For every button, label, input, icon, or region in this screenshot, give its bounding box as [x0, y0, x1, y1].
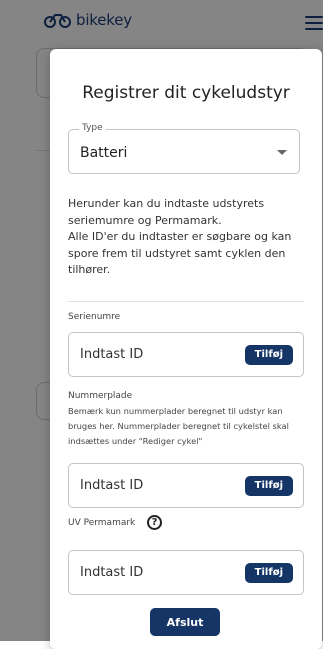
plate-id-field[interactable]: Indtast ID Tilføj [68, 463, 304, 508]
description-line: Herunder kan du indtaste udstyrets serie… [68, 197, 265, 227]
dropdown-caret-icon [277, 150, 287, 155]
uv-add-button[interactable]: Tilføj [244, 563, 293, 583]
plate-label: Nummerplade [68, 391, 133, 401]
serial-add-button[interactable]: Tilføj [244, 345, 293, 365]
register-equipment-modal: Registrer dit cykeludstyr Type Batteri H… [50, 49, 322, 649]
description-text: Herunder kan du indtaste udstyrets serie… [68, 196, 304, 279]
finish-button[interactable]: Afslut [150, 608, 220, 636]
plate-note: Bemærk kun nummerplader beregnet til uds… [68, 406, 289, 446]
section-divider [68, 301, 304, 302]
type-select[interactable]: Type Batteri [68, 123, 300, 174]
plate-id-placeholder: Indtast ID [80, 478, 144, 493]
modal-title: Registrer dit cykeludstyr [82, 83, 290, 103]
type-select-label: Type [79, 123, 106, 133]
uv-id-field[interactable]: Indtast ID Tilføj [68, 550, 304, 595]
description-line: Alle ID'er du indtaster er søgbare og ka… [68, 230, 292, 276]
uv-permamark-label: UV Permamark [68, 518, 136, 528]
uv-id-placeholder: Indtast ID [80, 565, 144, 580]
help-circle-icon[interactable]: ? [147, 515, 162, 530]
serial-id-field[interactable]: Indtast ID Tilføj [68, 332, 304, 377]
type-select-value: Batteri [80, 145, 128, 161]
plate-add-button[interactable]: Tilføj [244, 476, 293, 496]
serial-id-placeholder: Indtast ID [80, 347, 144, 362]
serial-label: Serienumre [68, 312, 121, 322]
